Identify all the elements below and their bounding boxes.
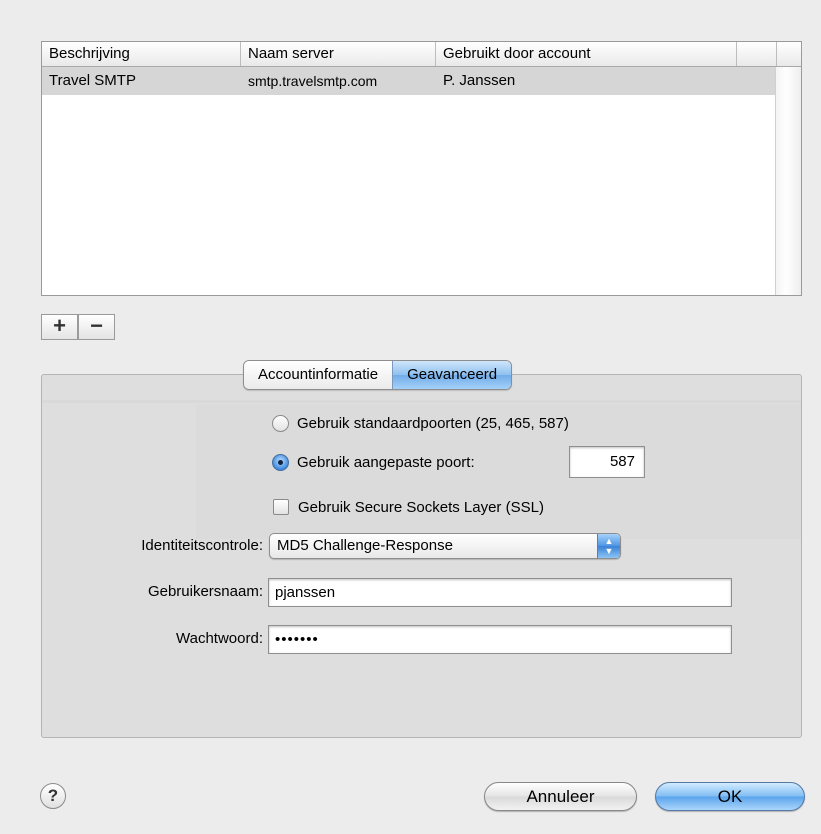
password-label: Wachtwoord: xyxy=(176,630,263,647)
custom-port-label: Gebruik aangepaste poort: xyxy=(297,453,475,471)
column-header-server[interactable]: Naam server xyxy=(241,42,436,66)
ssl-option[interactable]: Gebruik Secure Sockets Layer (SSL) xyxy=(273,495,544,519)
ssl-label: Gebruik Secure Sockets Layer (SSL) xyxy=(298,498,544,516)
panel-ghost-strip xyxy=(42,400,801,403)
cell-account: P. Janssen xyxy=(443,72,516,89)
ok-button[interactable]: OK xyxy=(655,782,805,811)
column-header-account[interactable]: Gebruikt door account xyxy=(436,42,737,66)
cell-server: smtp.travelsmtp.com xyxy=(248,73,378,89)
table-header: Beschrijving Naam server Gebruikt door a… xyxy=(42,42,801,67)
smtp-server-table[interactable]: Beschrijving Naam server Gebruikt door a… xyxy=(41,41,802,296)
custom-port-option[interactable]: Gebruik aangepaste poort: xyxy=(272,450,475,474)
username-field[interactable]: pjanssen xyxy=(268,578,732,607)
default-ports-option[interactable]: Gebruik standaardpoorten (25, 465, 587) xyxy=(272,411,569,435)
custom-port-input[interactable]: 587 xyxy=(569,446,645,478)
auth-method-select[interactable]: MD5 Challenge-Response ▲ ▼ xyxy=(269,533,621,559)
tab-geavanceerd[interactable]: Geavanceerd xyxy=(392,361,512,389)
default-ports-label: Gebruik standaardpoorten (25, 465, 587) xyxy=(297,414,569,432)
column-header-description[interactable]: Beschrijving xyxy=(42,42,241,66)
password-field[interactable]: ••••••• xyxy=(268,625,732,654)
tab-bar: Accountinformatie Geavanceerd xyxy=(243,360,513,390)
tab-accountinformatie[interactable]: Accountinformatie xyxy=(244,361,393,389)
auth-label: Identiteitscontrole: xyxy=(141,537,263,554)
remove-server-button[interactable]: − xyxy=(78,314,115,340)
auth-method-value: MD5 Challenge-Response xyxy=(277,537,453,554)
radio-button-selected[interactable] xyxy=(272,453,289,471)
add-server-button[interactable]: + xyxy=(41,314,78,340)
table-row[interactable]: Travel SMTP smtp.travelsmtp.com P. Janss… xyxy=(42,67,777,95)
radio-button[interactable] xyxy=(272,414,289,432)
cell-description: Travel SMTP xyxy=(49,72,136,89)
username-label: Gebruikersnaam: xyxy=(147,583,263,600)
select-arrows-icon: ▲ ▼ xyxy=(597,534,620,558)
help-button[interactable]: ? xyxy=(40,783,66,809)
cancel-button[interactable]: Annuleer xyxy=(484,782,637,811)
table-scrollbar[interactable] xyxy=(775,67,801,295)
column-header-extra xyxy=(737,42,777,66)
ssl-checkbox[interactable] xyxy=(273,499,289,515)
